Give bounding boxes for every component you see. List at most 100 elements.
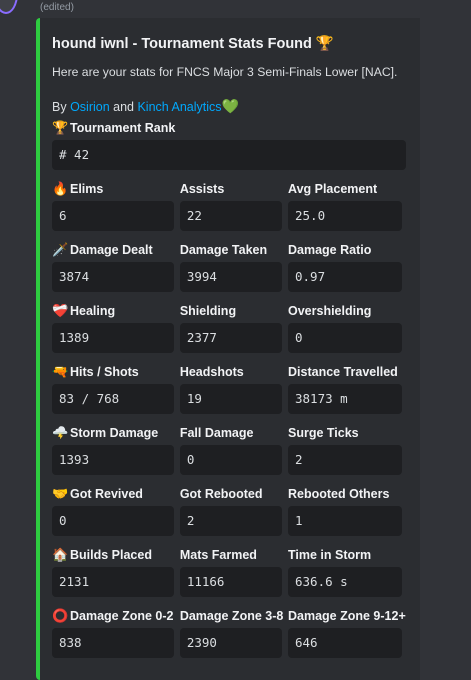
trophy-icon: 🏆: [52, 120, 69, 135]
red-circle-icon: ⭕: [52, 608, 69, 623]
field-label: Got Revived: [70, 487, 143, 501]
stats-row: 🏠 Builds Placed 2131 Mats Farmed 11166 Time i…: [52, 547, 406, 608]
field-name: Shielding: [180, 303, 288, 319]
field-name: Damage Zone 9-12+: [288, 608, 406, 624]
tournament-rank-field: 🏆 Tournament Rank # 42: [52, 120, 406, 178]
green-heart-icon: 💚: [221, 98, 239, 114]
stat-field: Shielding 2377: [179, 303, 288, 364]
field-label: Assists: [179, 182, 225, 196]
field-name: Damage Taken: [180, 242, 288, 258]
stat-field: Damage Zone 9-12+ 646: [288, 608, 406, 669]
field-value: 0: [52, 506, 174, 536]
stats-row: 🗡️ Damage Dealt 3874 Damage Taken 3994 Damage…: [52, 242, 406, 303]
field-name: Rebooted Others: [288, 486, 406, 502]
field-label: Mats Farmed: [179, 548, 257, 562]
field-label: Surge Ticks: [288, 426, 359, 440]
stat-field: Overshielding 0: [288, 303, 406, 364]
stat-field: Rebooted Others 1: [288, 486, 406, 547]
field-label: Storm Damage: [70, 426, 159, 440]
stat-field: ❤️‍🩹 Healing 1389: [52, 303, 180, 364]
dagger-icon: 🗡️: [52, 242, 69, 257]
field-name: Fall Damage: [180, 425, 288, 441]
stat-field: Mats Farmed 11166: [179, 547, 288, 608]
fire-icon: 🔥: [52, 181, 69, 196]
field-name: 🏠 Builds Placed: [52, 547, 180, 563]
storm-cloud-icon: 🌩️: [52, 425, 69, 440]
house-icon: 🏠: [52, 547, 69, 562]
field-label: Overshielding: [288, 304, 372, 318]
field-name: Damage Ratio: [288, 242, 406, 258]
field-value: 6: [52, 201, 174, 231]
field-name: Assists: [180, 181, 288, 197]
field-label: Damage Zone 0-2: [70, 609, 174, 623]
field-name: ❤️‍🩹 Healing: [52, 303, 180, 319]
field-value: 83 / 768: [52, 384, 174, 414]
field-label: Damage Dealt: [70, 243, 153, 257]
kinch-analytics-link[interactable]: Kinch Analytics: [137, 100, 221, 114]
embed-description: Here are your stats for FNCS Major 3 Sem…: [52, 65, 398, 79]
field-label: Damage Zone 9-12+: [288, 609, 406, 623]
field-value: 646: [288, 628, 402, 658]
field-name: Surge Ticks: [288, 425, 406, 441]
field-name: Time in Storm: [288, 547, 406, 563]
field-value: 1: [288, 506, 402, 536]
field-value: 0.97: [288, 262, 402, 292]
stats-embed: hound iwnl - Tournament Stats Found 🏆 He…: [36, 18, 420, 680]
field-value: 2390: [179, 628, 282, 658]
field-value: 636.6 s: [288, 567, 402, 597]
field-label: Tournament Rank: [70, 121, 176, 135]
credits-prefix: By: [52, 100, 71, 114]
stats-row: ⭕ Damage Zone 0-2 838 Damage Zone 3-8 2390 Da…: [52, 608, 406, 669]
stats-row: 🤝 Got Revived 0 Got Rebooted 2 Rebooted Other…: [52, 486, 406, 547]
field-label: Fall Damage: [179, 426, 254, 440]
field-label: Damage Zone 3-8: [179, 609, 284, 623]
stat-field: Damage Zone 3-8 2390: [179, 608, 288, 669]
field-value: 0: [288, 323, 402, 353]
field-label: Shielding: [179, 304, 237, 318]
field-label: Hits / Shots: [70, 365, 139, 379]
field-label: Healing: [70, 304, 116, 318]
field-label: Rebooted Others: [288, 487, 390, 501]
stat-field: Headshots 19: [179, 364, 288, 425]
stat-field: 🌩️ Storm Damage 1393: [52, 425, 180, 486]
field-value: 0: [179, 445, 282, 475]
credits-middle: and: [109, 100, 138, 114]
field-value: 838: [52, 628, 174, 658]
field-name: Overshielding: [288, 303, 406, 319]
stat-field: ⭕ Damage Zone 0-2 838: [52, 608, 180, 669]
field-name: ⭕ Damage Zone 0-2: [52, 608, 180, 624]
field-value: 1393: [52, 445, 174, 475]
stats-row: 🌩️ Storm Damage 1393 Fall Damage 0 Surge Tick…: [52, 425, 406, 486]
water-pistol-icon: 🔫: [52, 364, 69, 379]
edited-label: (edited): [40, 2, 74, 13]
stats-row: 🔫 Hits / Shots 83 / 768 Headshots 19 Distance…: [52, 364, 406, 425]
embed-title: hound iwnl - Tournament Stats Found 🏆: [52, 36, 334, 52]
stat-field: 🔫 Hits / Shots 83 / 768: [52, 364, 180, 425]
field-name: 🤝 Got Revived: [52, 486, 180, 502]
handshake-icon: 🤝: [52, 486, 69, 501]
field-value: # 42: [52, 140, 406, 170]
field-name: Headshots: [180, 364, 288, 380]
stats-fields: 🔥 Elims 6 Assists 22 Avg Placement 25.0 🗡️ Damag…: [52, 181, 406, 669]
field-name: Damage Zone 3-8: [180, 608, 288, 624]
field-value: 19: [179, 384, 282, 414]
field-name: 🔫 Hits / Shots: [52, 364, 180, 380]
field-value: 38173 m: [288, 384, 402, 414]
field-value: 1389: [52, 323, 174, 353]
field-value: 2377: [179, 323, 282, 353]
osirion-link[interactable]: Osirion: [70, 100, 110, 114]
field-name: 🏆 Tournament Rank: [52, 120, 406, 136]
stats-row: ❤️‍🩹 Healing 1389 Shielding 2377 Overshieldin…: [52, 303, 406, 364]
stat-field: Time in Storm 636.6 s: [288, 547, 406, 608]
stat-field: 🗡️ Damage Dealt 3874: [52, 242, 180, 303]
field-value: 3994: [179, 262, 282, 292]
field-name: 🌩️ Storm Damage: [52, 425, 180, 441]
field-name: 🗡️ Damage Dealt: [52, 242, 180, 258]
field-label: Distance Travelled: [288, 365, 398, 379]
avatar[interactable]: [0, 0, 18, 14]
field-value: 22: [179, 201, 282, 231]
stat-field: Damage Taken 3994: [179, 242, 288, 303]
stat-field: 🏠 Builds Placed 2131: [52, 547, 180, 608]
stat-field: 🤝 Got Revived 0: [52, 486, 180, 547]
field-value: 2: [288, 445, 402, 475]
